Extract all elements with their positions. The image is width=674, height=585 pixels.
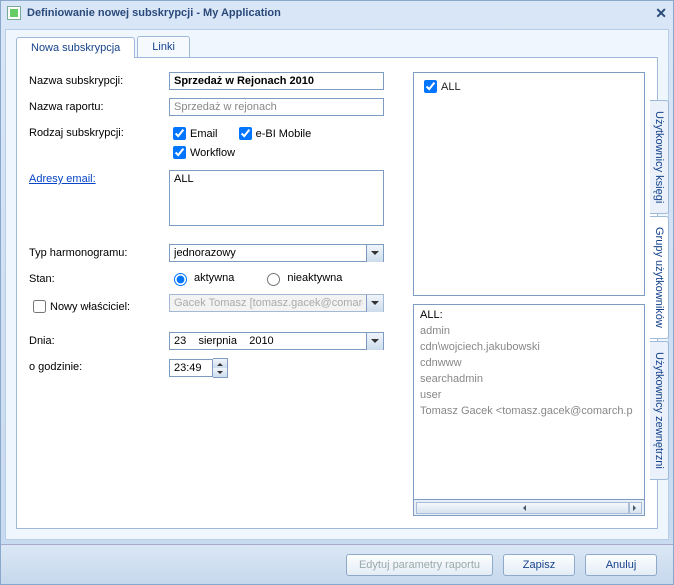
checkbox-tree-all[interactable] — [424, 80, 437, 93]
spinner-down-icon[interactable] — [213, 368, 227, 377]
footer: Edytuj parametry raportu Zapisz Anuluj — [1, 544, 673, 584]
form-left: Nazwa subskrypcji: Nazwa raportu: Sprzed… — [29, 72, 401, 516]
tab-new-subscription[interactable]: Nowa subskrypcja — [16, 37, 135, 58]
button-cancel[interactable]: Anuluj — [585, 554, 657, 576]
label-radio-inactive: nieaktywna — [287, 272, 342, 284]
label-cb-ebi: e-BI Mobile — [256, 128, 312, 140]
label-new-owner: Nowy właściciel: — [50, 301, 130, 313]
right-column: ALL ALL: admin cdn\wojciech.jakubowski c… — [413, 72, 645, 516]
list-item[interactable]: searchadmin — [420, 371, 638, 387]
list-members[interactable]: ALL: admin cdn\wojciech.jakubowski cdnww… — [413, 304, 645, 500]
app-window: Definiowanie nowej subskrypcji - My Appl… — [0, 0, 674, 585]
content-area: Nowa subskrypcja Linki Nazwa subskrypcji… — [5, 29, 669, 540]
titlebar: Definiowanie nowej subskrypcji - My Appl… — [1, 1, 673, 25]
label-state: Stan: — [29, 270, 169, 285]
list-item[interactable]: cdn\wojciech.jakubowski — [420, 339, 638, 355]
sidetab-external-users[interactable]: Użytkownicy zewnętrzni — [650, 341, 669, 480]
main-panel: Nazwa subskrypcji: Nazwa raportu: Sprzed… — [16, 57, 658, 529]
sidetab-book-users[interactable]: Użytkownicy księgi — [650, 100, 669, 214]
checkbox-new-owner[interactable] — [33, 300, 46, 313]
radio-inactive[interactable] — [267, 273, 280, 286]
label-cb-workflow: Workflow — [190, 147, 235, 159]
scroll-right-icon[interactable] — [629, 502, 642, 514]
checkbox-workflow[interactable] — [173, 146, 186, 159]
list-item[interactable]: admin — [420, 323, 638, 339]
list-hscroll[interactable] — [413, 500, 645, 516]
tab-links[interactable]: Linki — [137, 36, 190, 57]
time-spinner[interactable] — [213, 358, 228, 378]
label-time: o godzinie: — [29, 358, 169, 373]
scroll-left-icon[interactable] — [416, 502, 629, 514]
input-date[interactable] — [169, 332, 384, 350]
sidetab-user-groups[interactable]: Grupy użytkowników — [650, 216, 669, 339]
list-title: ALL: — [420, 309, 638, 321]
list-item[interactable]: Tomasz Gacek <tomasz.gacek@comarch.p — [420, 403, 638, 419]
spinner-up-icon[interactable] — [213, 359, 227, 368]
input-sub-name[interactable] — [169, 72, 384, 90]
side-tabs: Użytkownicy księgi Grupy użytkowników Uż… — [650, 100, 669, 482]
list-item[interactable]: user — [420, 387, 638, 403]
link-emails[interactable]: Adresy email: — [29, 173, 96, 185]
select-owner: Gacek Tomasz [tomasz.gacek@comarch. — [169, 294, 384, 312]
input-report-name: Sprzedaż w rejonach — [169, 98, 384, 116]
label-schedule: Typ harmonogramu: — [29, 244, 169, 259]
label-date: Dnia: — [29, 332, 169, 347]
list-item[interactable]: cdnwww — [420, 355, 638, 371]
label-cb-email: Email — [190, 128, 218, 140]
checkbox-email[interactable] — [173, 127, 186, 140]
input-time[interactable] — [169, 359, 213, 377]
tree-root-label: ALL — [441, 81, 461, 93]
checkbox-ebi[interactable] — [239, 127, 252, 140]
tab-strip: Nowa subskrypcja Linki — [6, 30, 668, 57]
label-sub-type: Rodzaj subskrypcji: — [29, 124, 169, 139]
window-title: Definiowanie nowej subskrypcji - My Appl… — [27, 7, 281, 19]
label-radio-active: aktywna — [194, 272, 234, 284]
tree-users[interactable]: ALL — [413, 72, 645, 296]
label-report-name: Nazwa raportu: — [29, 98, 169, 113]
close-icon[interactable]: ✕ — [655, 5, 667, 22]
radio-active[interactable] — [174, 273, 187, 286]
label-sub-name: Nazwa subskrypcji: — [29, 72, 169, 87]
app-icon — [7, 6, 21, 20]
button-edit-params: Edytuj parametry raportu — [346, 554, 493, 576]
button-save[interactable]: Zapisz — [503, 554, 575, 576]
select-schedule[interactable]: jednorazowy — [169, 244, 384, 262]
textarea-emails[interactable]: ALL — [169, 170, 384, 226]
